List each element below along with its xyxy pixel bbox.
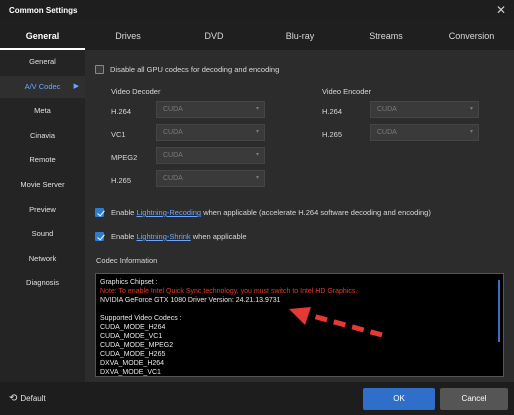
- lightning-recoding-label: Enable Lightning-Recoding when applicabl…: [111, 208, 431, 217]
- reset-icon: ⟲: [9, 393, 18, 404]
- sidebar-item-label: A/V Codec: [24, 82, 61, 91]
- sidebar-item-general[interactable]: General: [0, 51, 85, 73]
- codec-line: Supported Video Codecs :: [100, 315, 182, 322]
- recoding-post-text: when applicable (accelerate H.264 softwa…: [203, 208, 431, 217]
- tab-drives[interactable]: Drives: [85, 22, 171, 50]
- tab-general[interactable]: General: [0, 22, 85, 50]
- sidebar-item-remote[interactable]: Remote: [0, 149, 85, 171]
- sidebar-item-meta[interactable]: Meta: [0, 100, 85, 122]
- sidebar-item-label: General: [29, 57, 56, 66]
- ok-button[interactable]: OK: [363, 388, 435, 410]
- codec-line: CUDA_MODE_VC1: [100, 333, 163, 340]
- recoding-pre-text: Enable: [111, 208, 135, 217]
- select-value: CUDA: [163, 175, 183, 182]
- lightning-shrink-link[interactable]: Lightning-Shrink: [136, 232, 190, 241]
- default-button[interactable]: ⟲ Default: [9, 393, 46, 404]
- chevron-down-icon: ▾: [255, 175, 259, 181]
- codec-line: CUDA_MODE_H265: [100, 351, 166, 358]
- tab-conversion[interactable]: Conversion: [429, 22, 514, 50]
- sidebar-item-label: Network: [28, 254, 57, 263]
- select-value: CUDA: [163, 129, 183, 136]
- encoder-h264-label: H.264: [322, 107, 343, 116]
- tab-bar: General Drives DVD Blu-ray Streams Conve…: [0, 22, 514, 50]
- cancel-button[interactable]: Cancel: [440, 388, 508, 410]
- codec-line: NVIDIA GeForce GTX 1080 Driver Version: …: [100, 297, 281, 304]
- encoder-h264-select[interactable]: CUDA ▾: [370, 101, 479, 118]
- codec-note-line: Note: To enable Intel Quick Sync technol…: [100, 288, 358, 295]
- footer-bar: ⟲ Default OK Cancel: [0, 382, 514, 415]
- sidebar-item-sound[interactable]: Sound: [0, 223, 85, 245]
- window-title: Common Settings: [9, 6, 78, 15]
- lightning-recoding-link[interactable]: Lightning-Recoding: [136, 208, 201, 217]
- tab-blu-ray[interactable]: Blu-ray: [257, 22, 343, 50]
- disable-gpu-checkbox[interactable]: [95, 65, 104, 74]
- encoder-h265-label: H.265: [322, 130, 343, 139]
- sidebar-item-preview[interactable]: Preview: [0, 199, 85, 221]
- select-value: CUDA: [163, 106, 183, 113]
- annotation-arrow-icon: [289, 307, 383, 338]
- encoder-h265-select[interactable]: CUDA ▾: [370, 124, 479, 141]
- shrink-pre-text: Enable: [111, 232, 135, 241]
- sidebar-item-movie-server[interactable]: Movie Server: [0, 174, 85, 196]
- codec-line: CUDA_MODE_MPEG2: [100, 342, 174, 349]
- sidebar-item-cinavia[interactable]: Cinavia: [0, 125, 85, 147]
- sidebar: General A/V Codec ▶ Meta Cinavia Remote M…: [0, 50, 85, 382]
- disable-gpu-label: Disable all GPU codecs for decoding and …: [110, 65, 280, 74]
- lightning-shrink-checkbox[interactable]: [95, 232, 104, 241]
- codec-line: DXVA_MODE_H264: [100, 360, 165, 367]
- lightning-shrink-label: Enable Lightning-Shrink when applicable: [111, 232, 247, 241]
- video-decoder-title: Video Decoder: [111, 87, 161, 96]
- default-label: Default: [20, 394, 46, 403]
- chevron-down-icon: ▾: [469, 106, 473, 112]
- select-value: CUDA: [377, 106, 397, 113]
- codec-line: DXVA_MODE_VC1: [100, 369, 161, 376]
- lightning-recoding-checkbox[interactable]: [95, 208, 104, 217]
- decoder-vc1-select[interactable]: CUDA ▾: [156, 124, 265, 141]
- chevron-down-icon: ▾: [255, 152, 259, 158]
- select-value: CUDA: [377, 129, 397, 136]
- codec-line: CUDA_MODE_H264: [100, 324, 166, 331]
- decoder-mpeg2-label: MPEG2: [111, 153, 138, 162]
- sidebar-item-label: Movie Server: [20, 180, 65, 189]
- decoder-h265-label: H.265: [111, 176, 132, 185]
- sidebar-item-label: Meta: [34, 106, 51, 115]
- codec-info-title: Codec Information: [96, 256, 158, 265]
- shrink-post-text: when applicable: [192, 232, 247, 241]
- select-value: CUDA: [163, 152, 183, 159]
- title-bar: Common Settings ✕: [0, 0, 514, 22]
- decoder-h265-select[interactable]: CUDA ▾: [156, 170, 265, 187]
- decoder-h264-label: H.264: [111, 107, 132, 116]
- sidebar-item-label: Diagnosis: [26, 278, 59, 287]
- sidebar-item-label: Cinavia: [29, 131, 55, 140]
- tab-streams[interactable]: Streams: [343, 22, 429, 50]
- scrollbar[interactable]: [498, 280, 500, 342]
- caret-right-icon: ▶: [73, 83, 79, 90]
- video-encoder-title: Video Encoder: [322, 87, 372, 96]
- sidebar-item-label: Sound: [31, 229, 54, 238]
- decoder-vc1-label: VC1: [111, 130, 126, 139]
- sidebar-item-network[interactable]: Network: [0, 248, 85, 270]
- decoder-h264-select[interactable]: CUDA ▾: [156, 101, 265, 118]
- chevron-down-icon: ▾: [255, 106, 259, 112]
- sidebar-item-label: Preview: [29, 205, 56, 214]
- sidebar-item-av-codec[interactable]: A/V Codec ▶: [0, 76, 85, 98]
- tab-dvd[interactable]: DVD: [171, 22, 257, 50]
- codec-line: Graphics Chipset :: [100, 279, 158, 286]
- close-icon[interactable]: ✕: [496, 3, 506, 17]
- sidebar-item-label: Remote: [29, 155, 56, 164]
- sidebar-item-diagnosis[interactable]: Diagnosis: [0, 272, 85, 294]
- chevron-down-icon: ▾: [255, 129, 259, 135]
- decoder-mpeg2-select[interactable]: CUDA ▾: [156, 147, 265, 164]
- chevron-down-icon: ▾: [469, 129, 473, 135]
